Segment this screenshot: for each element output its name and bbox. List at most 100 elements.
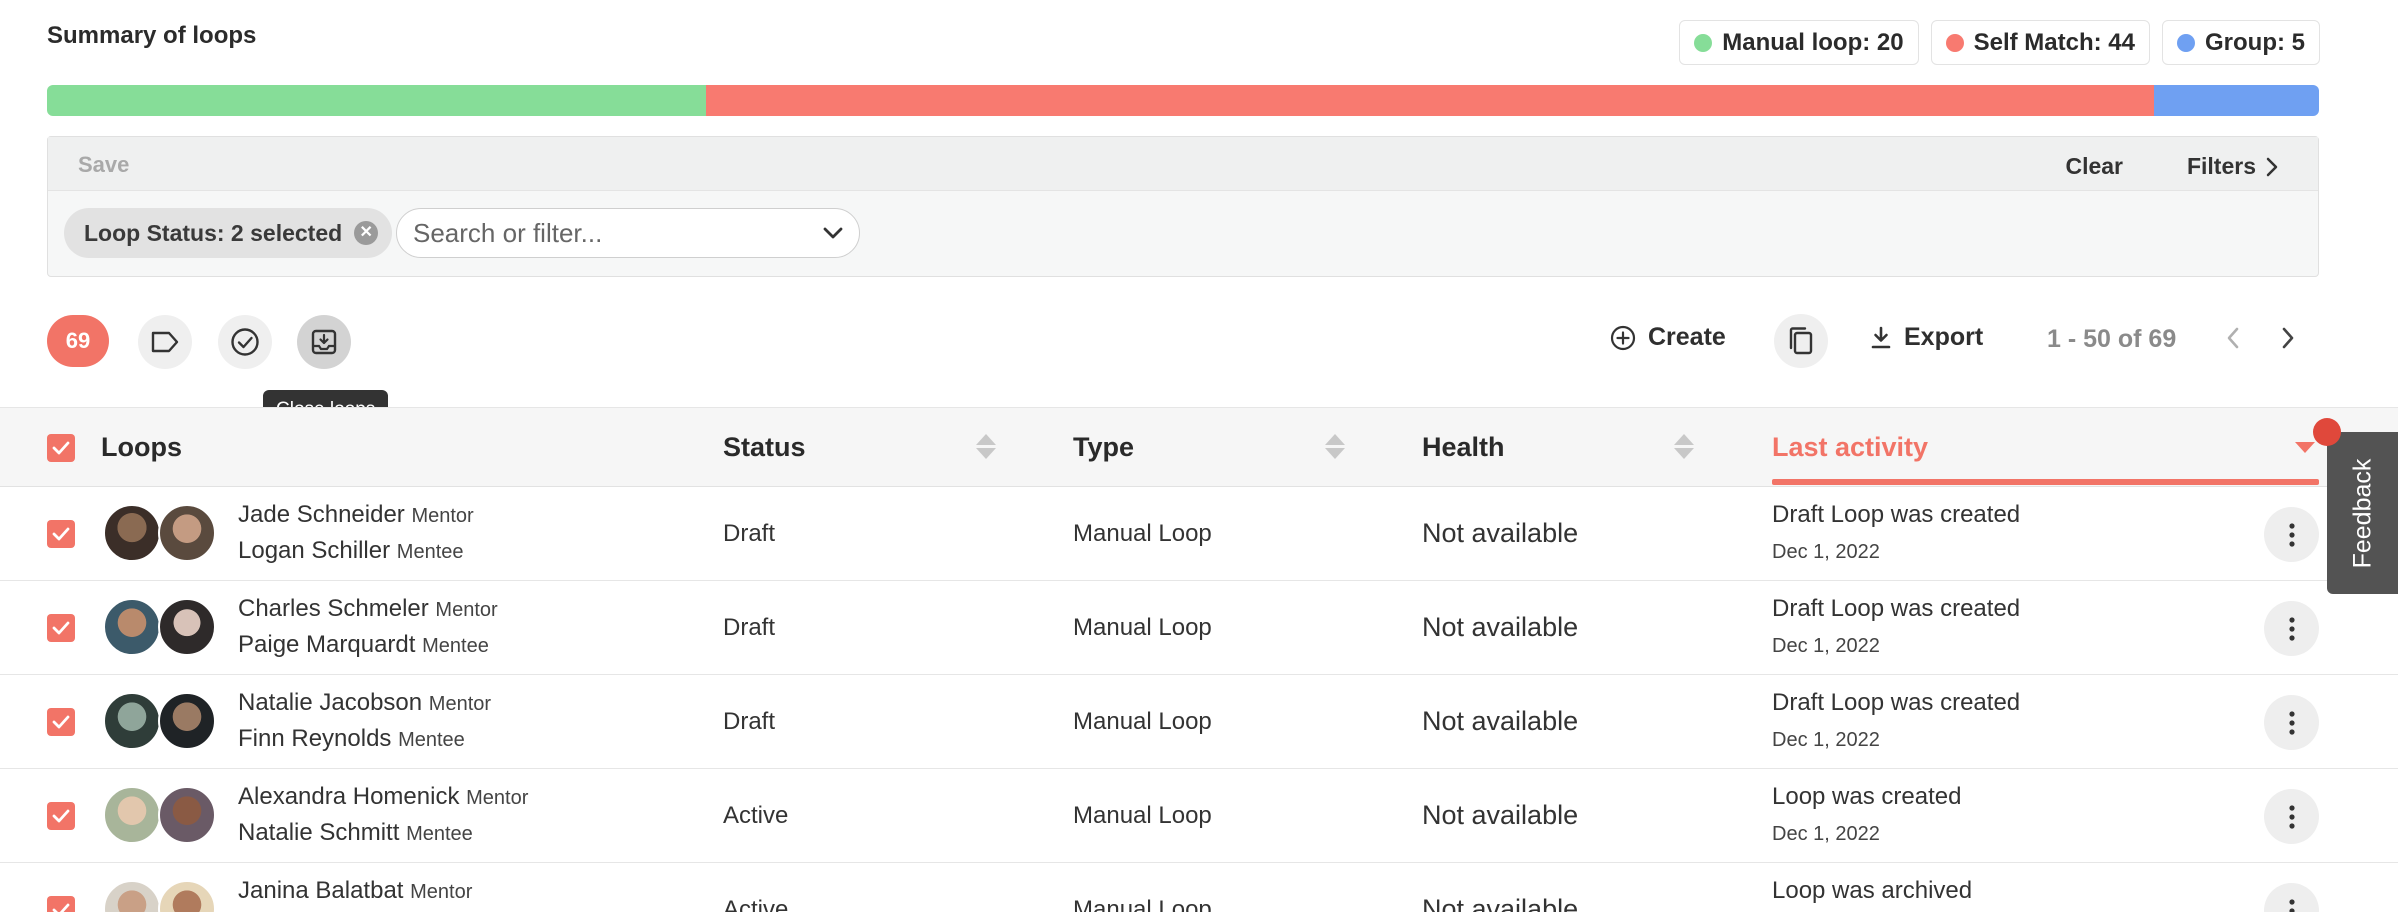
save-filter-button[interactable]: Save bbox=[78, 152, 129, 178]
more-options-button[interactable] bbox=[2264, 601, 2319, 656]
archive-icon bbox=[311, 329, 337, 355]
loop-avatars bbox=[103, 598, 216, 656]
activity-date: Dec 1, 2022 bbox=[1772, 823, 1880, 845]
legend-group: Group: 5 bbox=[2162, 20, 2320, 65]
vertical-dots-icon bbox=[2288, 710, 2295, 735]
sort-status-icon[interactable] bbox=[976, 434, 996, 459]
vertical-dots-icon bbox=[2288, 804, 2295, 829]
table-row[interactable]: Alexandra Homenick Mentor Natalie Schmit… bbox=[0, 769, 2398, 863]
mentor-name[interactable]: Jade Schneider bbox=[238, 501, 405, 528]
legend-group-label: Group: 5 bbox=[2205, 28, 2305, 56]
filters-label: Filters bbox=[2186, 153, 2256, 179]
plus-circle-icon bbox=[1610, 325, 1636, 350]
table-row[interactable]: Natalie Jacobson Mentor Finn Reynolds Me… bbox=[0, 675, 2398, 769]
mark-complete-button[interactable] bbox=[218, 315, 272, 369]
search-filter-input[interactable]: Search or filter... bbox=[396, 208, 860, 258]
activity-title: Draft Loop was created bbox=[1772, 501, 2021, 528]
more-options-button[interactable] bbox=[2264, 507, 2319, 562]
mentor-avatar bbox=[103, 504, 161, 562]
activity-title: Loop was archived bbox=[1772, 877, 1973, 904]
mentee-name[interactable]: Finn Reynolds bbox=[238, 725, 391, 752]
notification-dot bbox=[2313, 418, 2341, 446]
more-options-button[interactable] bbox=[2264, 695, 2319, 750]
more-options-button[interactable] bbox=[2264, 883, 2319, 912]
mentor-name[interactable]: Natalie Jacobson bbox=[238, 689, 422, 716]
filter-header: Save Clear Filters bbox=[48, 137, 2318, 191]
row-checkbox[interactable] bbox=[47, 708, 75, 736]
mentee-name-line: Logan Schiller Mentee bbox=[238, 537, 464, 565]
legend-self-match: Self Match: 44 bbox=[1930, 20, 2150, 65]
remove-filter-icon[interactable]: ✕ bbox=[354, 221, 379, 245]
mentor-role: Mentor bbox=[411, 505, 474, 527]
mentee-role: Mentee bbox=[406, 823, 473, 845]
mentee-role: Mentee bbox=[422, 635, 489, 657]
column-status[interactable]: Status bbox=[723, 432, 806, 463]
status-cell: Draft bbox=[723, 520, 776, 547]
table-row[interactable]: Charles Schmeler Mentor Paige Marquardt … bbox=[0, 581, 2398, 675]
summary-title: Summary of loops bbox=[47, 22, 257, 49]
check-circle-icon bbox=[231, 328, 259, 356]
vertical-dots-icon bbox=[2288, 522, 2295, 547]
health-cell: Not available bbox=[1422, 894, 1579, 912]
health-cell: Not available bbox=[1422, 706, 1579, 736]
copy-button[interactable] bbox=[1774, 314, 1828, 368]
group-dot bbox=[2177, 33, 2195, 52]
mentor-name[interactable]: Janina Balatbat bbox=[238, 877, 403, 904]
legend-manual-loop: Manual loop: 20 bbox=[1679, 20, 1919, 65]
chevron-left-icon[interactable] bbox=[2226, 326, 2240, 350]
chevron-down-icon[interactable] bbox=[823, 227, 843, 239]
chevron-right-icon bbox=[2266, 157, 2278, 176]
mentor-name-line: Jade Schneider Mentor bbox=[238, 501, 474, 529]
select-all-checkbox[interactable] bbox=[47, 434, 75, 462]
mentee-name-line: Natalie Schmitt Mentee bbox=[238, 819, 473, 847]
mentor-avatar bbox=[103, 880, 161, 912]
close-loops-button[interactable] bbox=[297, 315, 351, 369]
tag-icon bbox=[151, 331, 179, 353]
mentee-name[interactable]: Paige Marquardt bbox=[238, 631, 415, 658]
activity-date: Dec 1, 2022 bbox=[1772, 635, 1880, 657]
tag-button[interactable] bbox=[138, 315, 192, 369]
mentee-name[interactable]: Logan Schiller bbox=[238, 537, 390, 564]
mentee-name[interactable]: Natalie Schmitt bbox=[238, 819, 399, 846]
download-icon bbox=[1871, 326, 1891, 348]
mentee-avatar bbox=[158, 504, 216, 562]
row-checkbox[interactable] bbox=[47, 802, 75, 830]
loops-table: Loops Status Type Health Last activity J… bbox=[0, 407, 2398, 912]
pagination-range: 1 - 50 of 69 bbox=[2047, 325, 2177, 353]
mentor-role: Mentor bbox=[435, 599, 498, 621]
status-cell: Draft bbox=[723, 614, 776, 641]
sorted-column-indicator bbox=[1772, 479, 2319, 485]
sort-health-icon[interactable] bbox=[1674, 434, 1694, 459]
row-checkbox[interactable] bbox=[47, 896, 75, 912]
loop-avatars bbox=[103, 504, 216, 562]
activity-date: Dec 1, 2022 bbox=[1772, 729, 1880, 751]
checkmark-icon bbox=[52, 715, 70, 729]
row-checkbox[interactable] bbox=[47, 520, 75, 548]
more-options-button[interactable] bbox=[2264, 789, 2319, 844]
clear-filters-button[interactable]: Clear bbox=[2065, 153, 2123, 180]
table-row[interactable]: Jade Schneider Mentor Logan Schiller Men… bbox=[0, 487, 2398, 581]
mentee-role: Mentee bbox=[398, 729, 465, 751]
loop-status-filter-chip[interactable]: Loop Status: 2 selected ✕ bbox=[64, 208, 393, 258]
table-row[interactable]: Janina Balatbat Mentor Active Manual Loo… bbox=[0, 863, 2398, 912]
mentor-name[interactable]: Alexandra Homenick bbox=[238, 783, 459, 810]
sort-type-icon[interactable] bbox=[1325, 434, 1345, 459]
feedback-tab[interactable]: Feedback bbox=[2327, 432, 2398, 594]
mentor-role: Mentor bbox=[428, 693, 492, 715]
chevron-right-icon[interactable] bbox=[2281, 326, 2295, 350]
mentor-name[interactable]: Charles Schmeler bbox=[238, 595, 429, 622]
self-match-dot bbox=[1945, 33, 1964, 52]
mentor-name-line: Charles Schmeler Mentor bbox=[238, 595, 498, 623]
column-health[interactable]: Health bbox=[1422, 432, 1505, 463]
loop-distribution-bar bbox=[47, 85, 2319, 116]
filter-panel: Save Clear Filters Loop Status: 2 select… bbox=[47, 136, 2319, 277]
export-button[interactable]: Export bbox=[1870, 323, 1983, 352]
type-cell: Manual Loop bbox=[1073, 802, 1212, 829]
column-last-activity[interactable]: Last activity bbox=[1772, 432, 1928, 463]
column-type[interactable]: Type bbox=[1073, 432, 1134, 463]
create-button[interactable]: Create bbox=[1610, 323, 1726, 352]
row-checkbox[interactable] bbox=[47, 614, 75, 642]
activity-title: Draft Loop was created bbox=[1772, 595, 2021, 622]
sort-descending-icon[interactable] bbox=[2295, 442, 2315, 453]
filters-button[interactable]: Filters bbox=[2187, 153, 2278, 180]
